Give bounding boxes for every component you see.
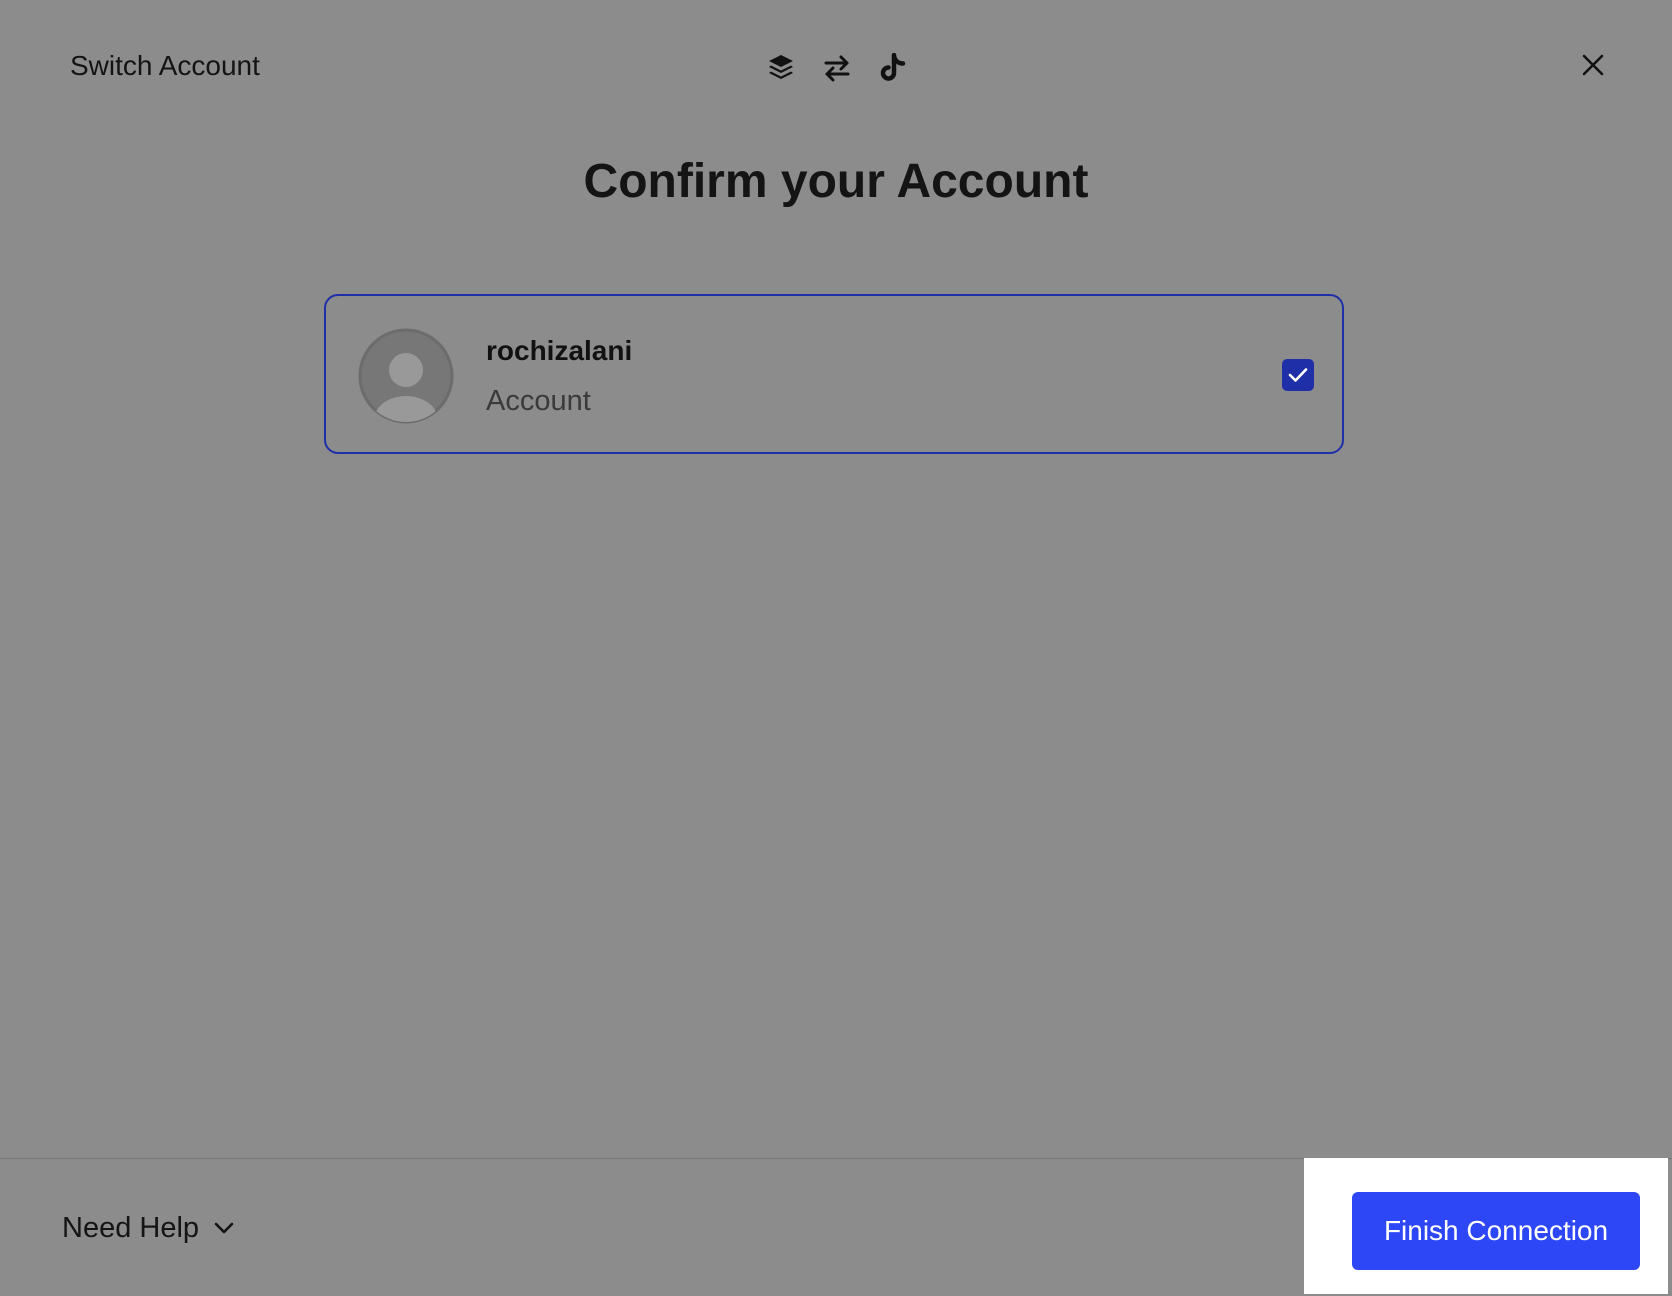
dialog: Switch Account Confirm your Account roch… — [0, 0, 1672, 1296]
finish-connection-button[interactable]: Finish Connection — [1352, 1192, 1640, 1270]
header-icons — [764, 46, 910, 90]
avatar — [358, 328, 454, 424]
account-type: Account — [486, 385, 591, 417]
buffer-logo-icon — [764, 51, 798, 85]
swap-arrows-icon — [820, 51, 854, 85]
account-name: rochizalani — [486, 335, 633, 366]
header-title: Switch Account — [70, 50, 260, 81]
need-help-label: Need Help — [62, 1212, 200, 1244]
tiktok-icon — [876, 51, 910, 85]
chevron-down-icon — [214, 1222, 234, 1234]
close-icon — [1582, 54, 1604, 76]
account-checkbox[interactable] — [1282, 359, 1314, 391]
need-help-toggle[interactable]: Need Help — [62, 1210, 235, 1246]
account-card[interactable]: rochizalani Account — [324, 294, 1344, 454]
page-title: Confirm your Account — [583, 155, 1089, 208]
checkmark-icon — [1288, 368, 1308, 382]
finish-button-highlight: Finish Connection — [1304, 1158, 1668, 1294]
close-button[interactable] — [1578, 50, 1608, 80]
